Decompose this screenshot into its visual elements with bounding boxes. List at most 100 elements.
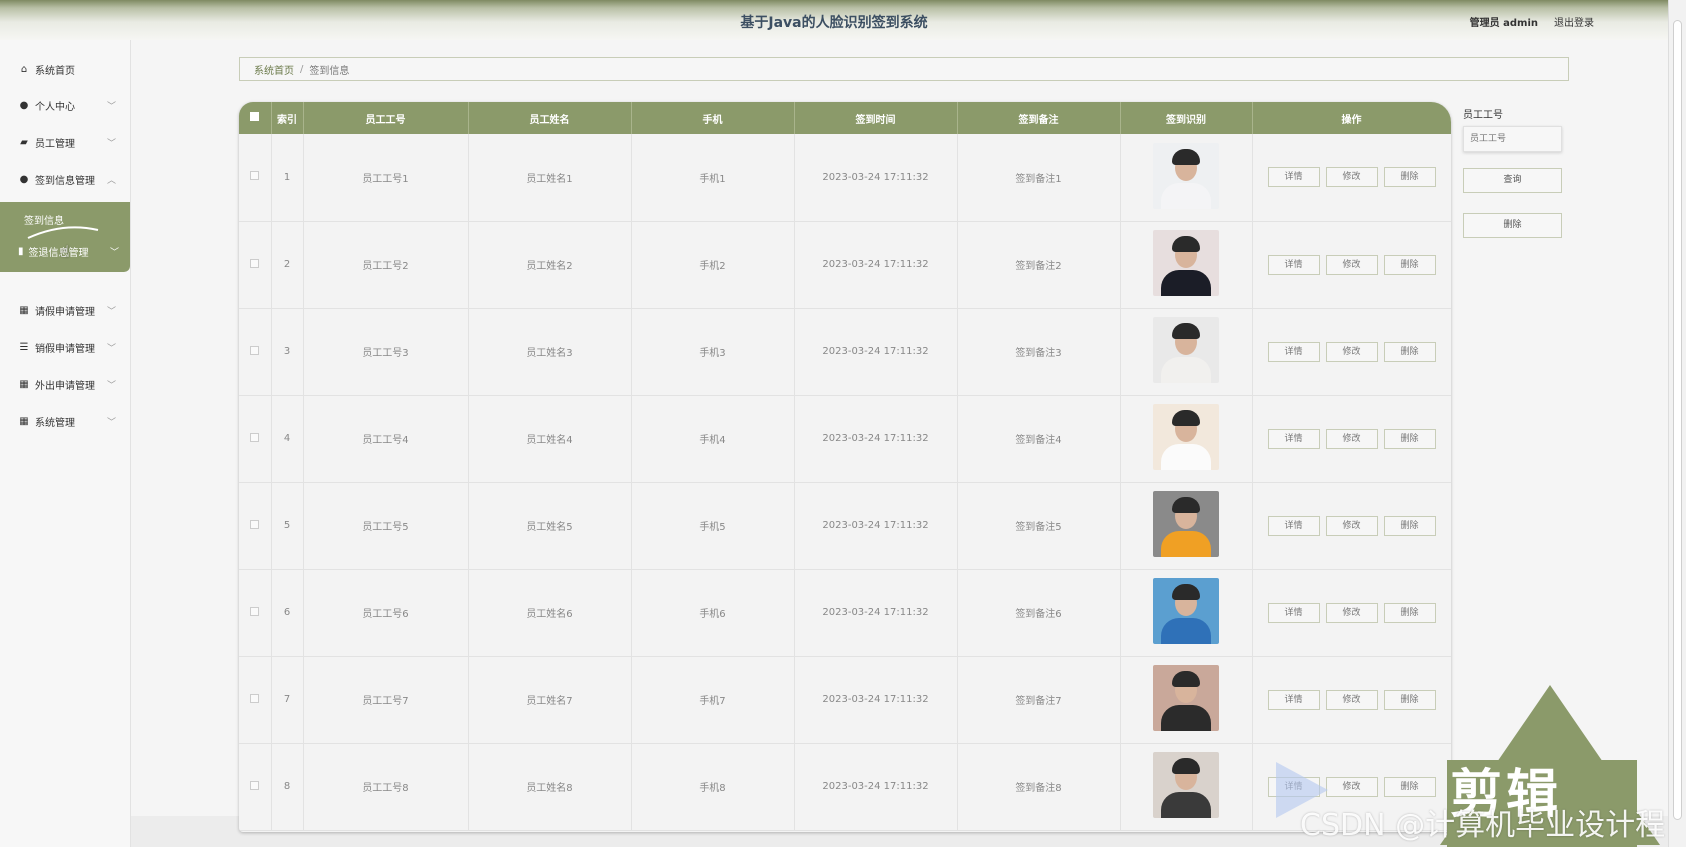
- row-select-cell[interactable]: [239, 656, 272, 744]
- face-photo-cell: [1120, 395, 1253, 483]
- edit-button[interactable]: 修改: [1325, 776, 1378, 797]
- scrollbar-thumb[interactable]: [1673, 20, 1682, 820]
- edit-button[interactable]: 修改: [1325, 254, 1378, 275]
- edit-button[interactable]: 修改: [1325, 602, 1378, 623]
- delete-button[interactable]: 删除: [1383, 776, 1436, 797]
- emp-no-cell: 员工工号1: [303, 134, 469, 222]
- time-cell: 2023-03-24 17:11:32: [794, 308, 958, 396]
- batch-delete-button[interactable]: 删除: [1463, 213, 1562, 238]
- delete-button[interactable]: 删除: [1383, 602, 1436, 623]
- emp-no-cell: 员工工号8: [303, 743, 469, 831]
- detail-button[interactable]: 详情: [1267, 515, 1320, 536]
- sidebar-item-checkout[interactable]: ▮ 签退信息管理 ﹀: [18, 244, 119, 259]
- remark-cell: 签到备注5: [957, 482, 1121, 570]
- sidebar-item-outing[interactable]: ▦ 外出申请管理 ﹀: [0, 368, 130, 400]
- delete-button[interactable]: 删除: [1383, 167, 1436, 188]
- detail-button[interactable]: 详情: [1267, 602, 1320, 623]
- select-all-checkbox[interactable]: [250, 112, 260, 121]
- breadcrumb-current: 签到信息: [309, 65, 350, 77]
- edit-button[interactable]: 修改: [1325, 428, 1378, 449]
- detail-button[interactable]: 详情: [1267, 428, 1320, 449]
- sidebar-item-system[interactable]: ▦ 系统管理 ﹀: [0, 405, 130, 437]
- sidebar-item-label: 销假申请管理: [35, 343, 95, 355]
- sidebar-item-cancel-leave[interactable]: ☰ 销假申请管理 ﹀: [0, 331, 130, 363]
- query-button[interactable]: 查询: [1463, 168, 1562, 193]
- face-photo[interactable]: [1153, 230, 1219, 296]
- logout-link[interactable]: 退出登录: [1554, 14, 1594, 29]
- edit-button[interactable]: 修改: [1325, 167, 1378, 188]
- row-select-cell[interactable]: [239, 482, 272, 570]
- emp-no-cell: 员工工号6: [303, 569, 469, 657]
- detail-button[interactable]: 详情: [1267, 341, 1320, 362]
- breadcrumb-separator: /: [300, 63, 304, 75]
- row-select-cell[interactable]: [239, 743, 272, 831]
- index-cell: 6: [271, 569, 304, 657]
- face-photo-cell: [1120, 308, 1253, 396]
- face-photo[interactable]: [1153, 491, 1219, 557]
- chevron-down-icon: ﹀: [106, 380, 116, 391]
- row-checkbox[interactable]: [250, 258, 260, 268]
- delete-button[interactable]: 删除: [1383, 515, 1436, 536]
- row-checkbox[interactable]: [250, 345, 260, 355]
- user-icon: ●: [19, 173, 29, 185]
- remark-cell: 签到备注7: [957, 656, 1121, 744]
- emp-name-cell: 员工姓名7: [468, 656, 632, 744]
- select-all-cell[interactable]: [239, 102, 272, 134]
- row-select-cell[interactable]: [239, 569, 272, 657]
- delete-button[interactable]: 删除: [1383, 689, 1436, 710]
- breadcrumb-home[interactable]: 系统首页: [254, 62, 294, 77]
- index-cell: 5: [271, 482, 304, 570]
- row-select-cell[interactable]: [239, 134, 272, 222]
- emp-no-search-input[interactable]: [1463, 126, 1562, 152]
- sidebar-item-home[interactable]: ⌂ 系统首页: [0, 53, 130, 85]
- row-select-cell[interactable]: [239, 221, 272, 309]
- table-row: 4 员工工号4 员工姓名4 手机4 2023-03-24 17:11:32 签到备注4 详情…: [239, 395, 1451, 483]
- checkin-table: 索引 员工工号 员工姓名 手机 签到时间 签到备注 签到识别 操作 1 员工工号1…: [239, 102, 1451, 832]
- sidebar-item-leave[interactable]: ▦ 请假申请管理 ﹀: [0, 294, 130, 326]
- page-scrollbar[interactable]: [1668, 0, 1686, 847]
- sidebar-item-employees[interactable]: ▰ 员工管理 ﹀: [0, 126, 130, 158]
- sidebar-item-profile[interactable]: ● 个人中心 ﹀: [0, 89, 130, 121]
- face-photo[interactable]: [1153, 317, 1219, 383]
- delete-button[interactable]: 删除: [1383, 254, 1436, 275]
- emp-name-cell: 员工姓名1: [468, 134, 632, 222]
- sidebar-subitem-checkin-info[interactable]: 签到信息: [24, 212, 64, 227]
- row-select-cell[interactable]: [239, 308, 272, 396]
- detail-button[interactable]: 详情: [1267, 254, 1320, 275]
- chevron-down-icon: ﹀: [110, 248, 120, 258]
- edit-button[interactable]: 修改: [1325, 341, 1378, 362]
- detail-button[interactable]: 详情: [1267, 167, 1320, 188]
- row-checkbox[interactable]: [250, 693, 260, 703]
- row-checkbox[interactable]: [250, 171, 260, 181]
- table-header: 索引 员工工号 员工姓名 手机 签到时间 签到备注 签到识别 操作: [239, 102, 1451, 134]
- hand-cursor-icon: ☝: [60, 242, 70, 261]
- chevron-down-icon: ﹀: [106, 306, 116, 317]
- face-photo[interactable]: [1153, 404, 1219, 470]
- face-photo[interactable]: [1153, 665, 1219, 731]
- chevron-down-icon: ﹀: [106, 343, 116, 354]
- detail-button[interactable]: 详情: [1267, 689, 1320, 710]
- edit-button[interactable]: 修改: [1325, 689, 1378, 710]
- time-cell: 2023-03-24 17:11:32: [794, 482, 958, 570]
- phone-cell: 手机4: [631, 395, 795, 483]
- row-checkbox[interactable]: [250, 519, 260, 529]
- row-checkbox[interactable]: [250, 606, 260, 616]
- delete-button[interactable]: 删除: [1383, 341, 1436, 362]
- actions-cell: 详情 修改 删除: [1252, 134, 1451, 222]
- face-photo-cell: [1120, 221, 1253, 309]
- face-photo[interactable]: [1153, 578, 1219, 644]
- grid-icon: ▦: [19, 378, 29, 390]
- row-checkbox[interactable]: [250, 432, 260, 442]
- delete-button[interactable]: 删除: [1383, 428, 1436, 449]
- phone-cell: 手机8: [631, 743, 795, 831]
- face-photo[interactable]: [1153, 752, 1219, 818]
- emp-no-cell: 员工工号7: [303, 656, 469, 744]
- sidebar-item-label: 员工管理: [35, 138, 75, 150]
- index-cell: 8: [271, 743, 304, 831]
- face-photo[interactable]: [1153, 142, 1219, 209]
- edit-button[interactable]: 修改: [1325, 515, 1378, 536]
- row-select-cell[interactable]: [239, 395, 272, 483]
- index-cell: 7: [271, 656, 304, 744]
- sidebar-item-checkin[interactable]: ● 签到信息管理 ︿: [0, 163, 130, 195]
- row-checkbox[interactable]: [250, 780, 260, 790]
